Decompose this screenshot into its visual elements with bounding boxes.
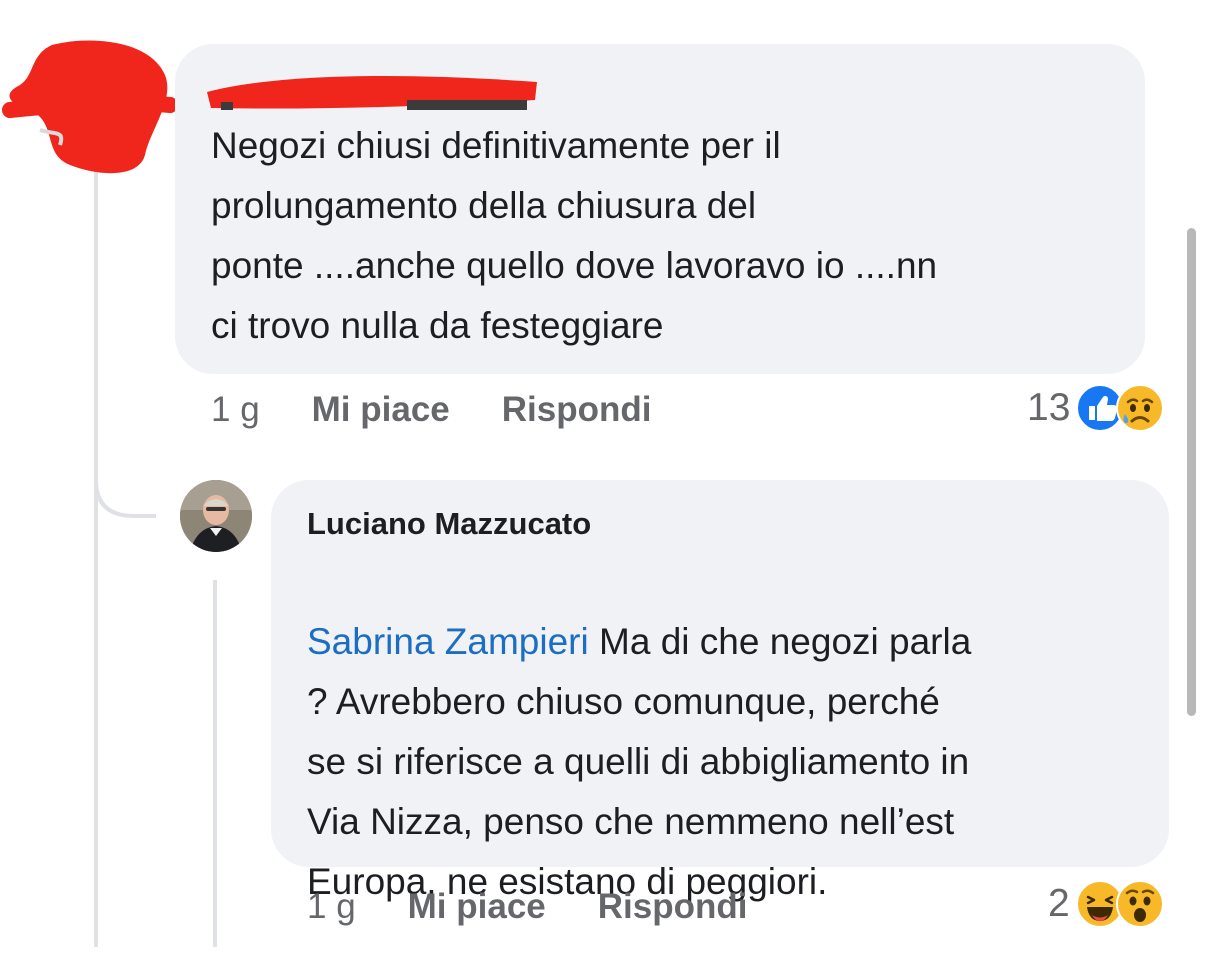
mention-link[interactable]: Sabrina Zampieri (307, 621, 589, 662)
reply-like-button[interactable]: Mi piace (408, 887, 546, 927)
comment-time[interactable]: 1 g (211, 390, 260, 430)
reply-text-rest: ? Avrebbero chiuso comunque, perché se s… (307, 681, 970, 902)
avatar[interactable] (180, 480, 252, 552)
comment-text: Negozi chiusi definitivamente per il pro… (211, 125, 938, 346)
thread-line (94, 170, 98, 947)
reply-text-first-line: Ma di che negozi parla (588, 621, 972, 662)
reply-thread-line (213, 580, 217, 947)
scrollbar[interactable] (1187, 228, 1196, 716)
like-button[interactable]: Mi piace (312, 390, 450, 430)
reply-reaction-count: 2 (1048, 882, 1070, 925)
reaction-summary[interactable]: 13 (1027, 384, 1165, 432)
reply-actions: 1 g Mi piace Rispondi (307, 887, 799, 927)
comment-bubble: Negozi chiusi definitivamente per il pro… (175, 44, 1145, 374)
reply-button[interactable]: Rispondi (502, 390, 652, 430)
redacted-avatar (2, 40, 178, 174)
reply-reply-button[interactable]: Rispondi (598, 887, 748, 927)
comment-actions: 1 g Mi piace Rispondi (211, 390, 703, 430)
redacted-author-name (207, 76, 537, 110)
reply-time[interactable]: 1 g (307, 887, 356, 927)
wow-icon (1115, 880, 1164, 928)
reply-author[interactable]: Luciano Mazzucato (307, 506, 591, 542)
reply-reaction-summary[interactable]: 2 (1048, 880, 1164, 928)
sad-icon (1116, 384, 1165, 432)
thread-connector (94, 440, 156, 518)
reaction-count: 13 (1027, 386, 1071, 429)
reply-bubble: Luciano Mazzucato Sabrina Zampieri Ma di… (271, 480, 1169, 902)
